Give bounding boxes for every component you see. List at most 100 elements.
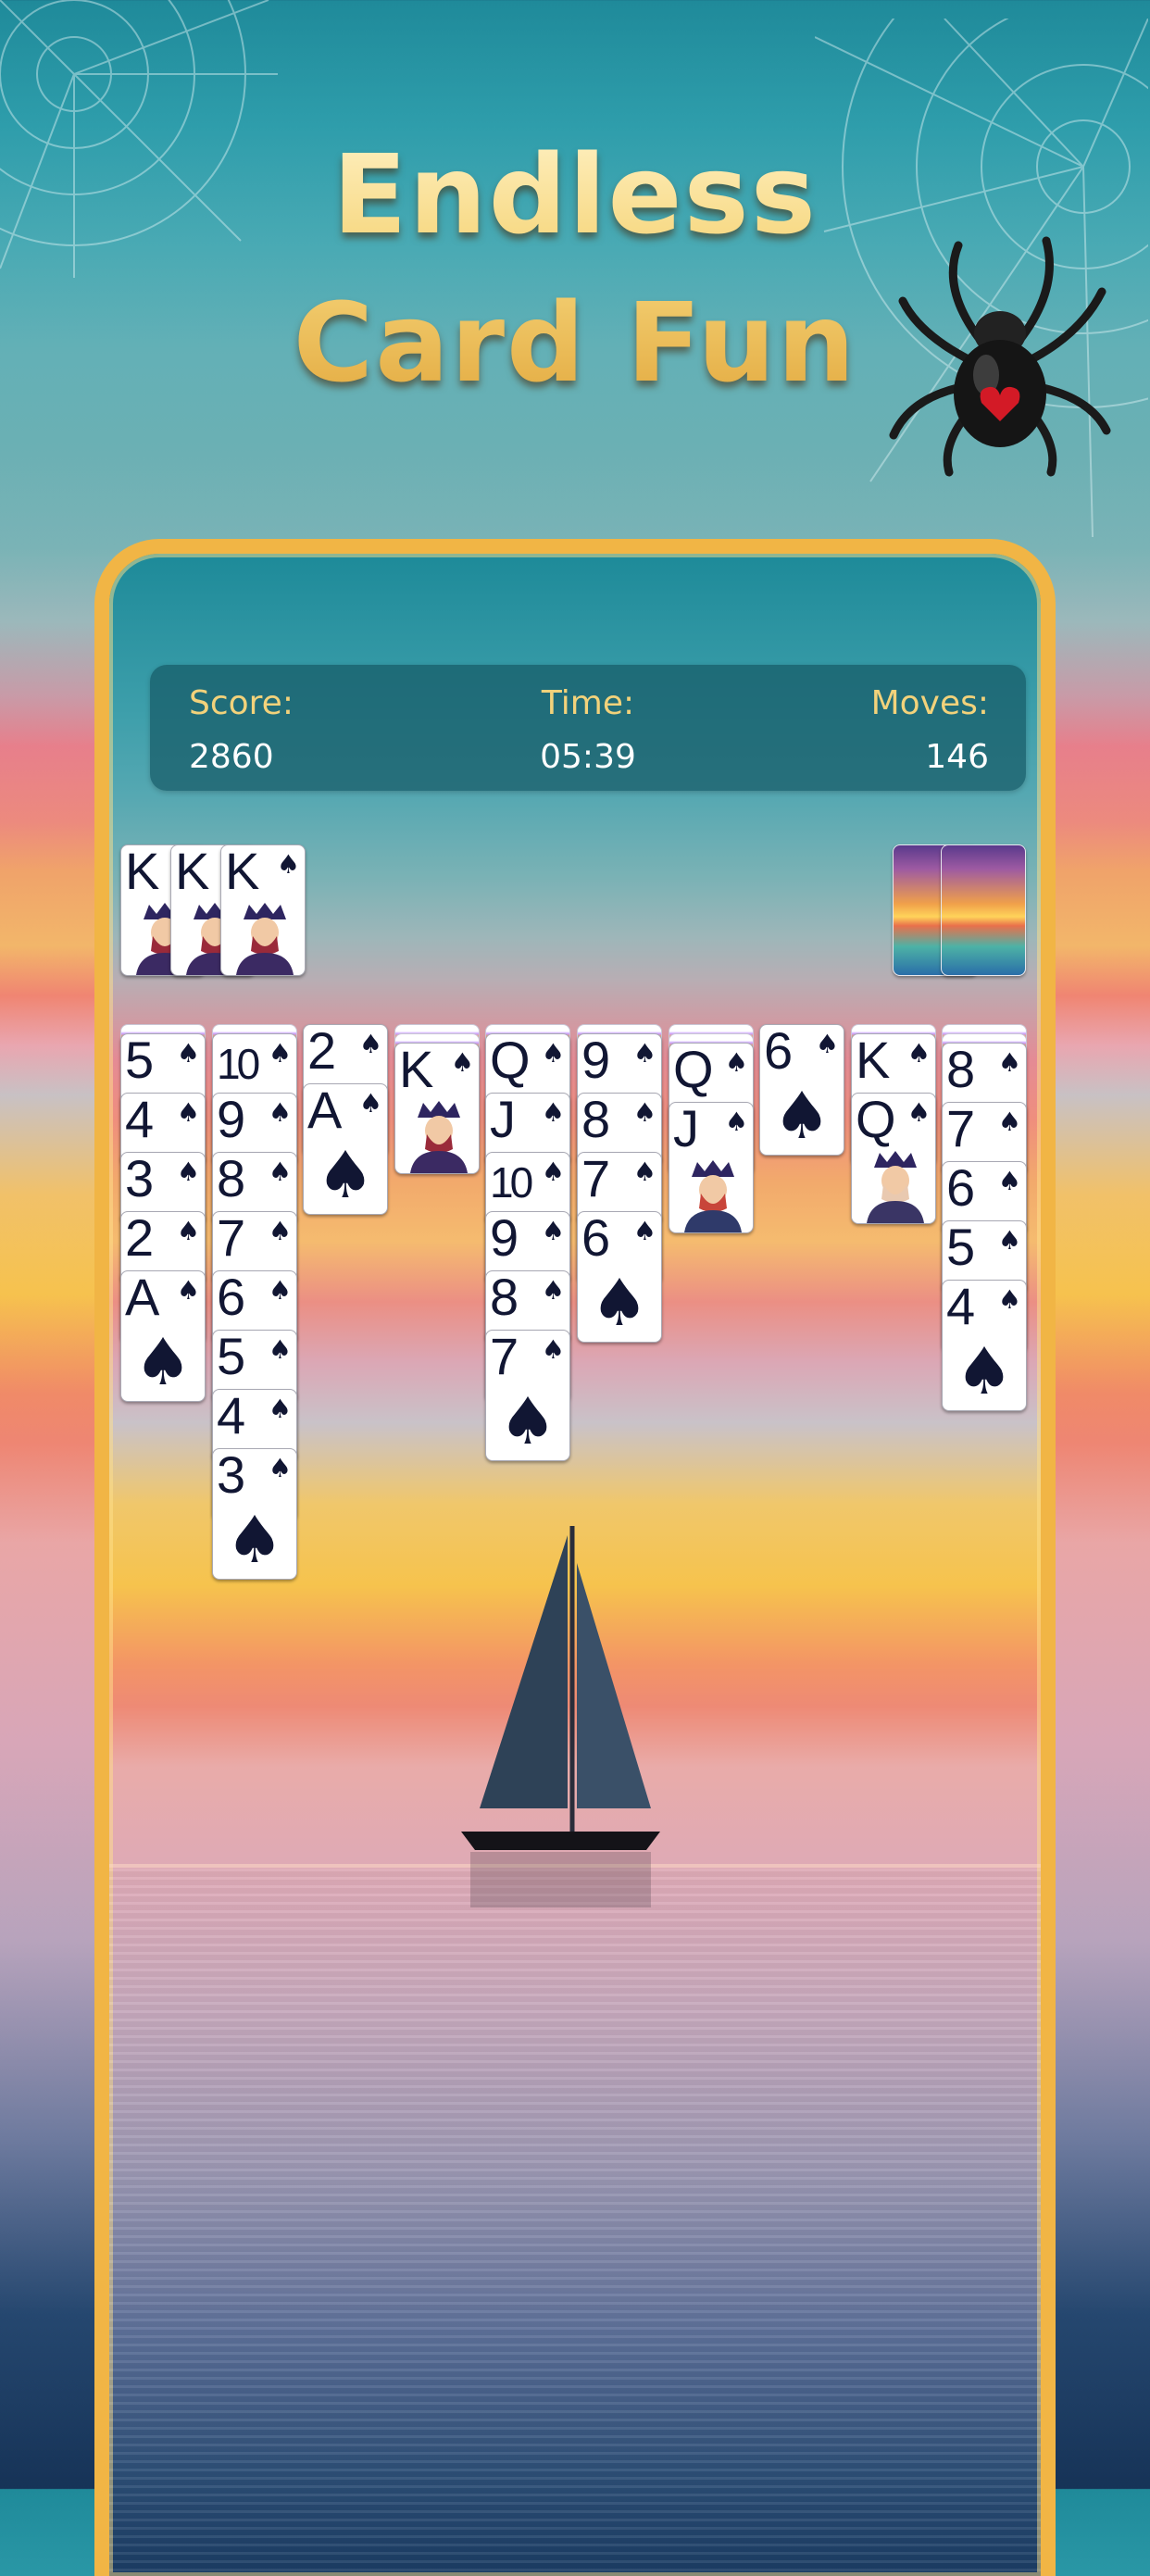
playing-card[interactable]: A ♠ ♠ — [303, 1083, 388, 1215]
card-suit-icon: ♠ — [176, 1275, 200, 1306]
game-screen: Score: 2860 Time: 05:39 Moves: 146 K♠K♠K… — [94, 539, 1056, 2576]
card-suit-large-icon: ♠ — [225, 1502, 284, 1578]
card-suit-large-icon: ♠ — [133, 1324, 193, 1400]
card-suit-icon: ♠ — [724, 1047, 748, 1078]
card-suit-icon: ♠ — [997, 1225, 1021, 1256]
face-card-portrait — [684, 1160, 742, 1232]
card-rank: 3 — [125, 1152, 154, 1207]
card-rank: A — [307, 1083, 342, 1139]
card-rank: 2 — [125, 1211, 154, 1267]
playing-card[interactable]: K♠ — [394, 1043, 480, 1174]
card-suit-large-icon: ♠ — [772, 1078, 831, 1154]
spider-icon — [889, 236, 1111, 477]
card-suit-icon: ♠ — [276, 849, 300, 880]
card-rank: Q — [856, 1093, 896, 1148]
card-back[interactable] — [941, 844, 1026, 976]
card-suit-icon: ♠ — [176, 1157, 200, 1187]
card-suit-icon: ♠ — [632, 1038, 656, 1069]
card-rank: 5 — [217, 1330, 245, 1385]
card-suit-icon: ♠ — [268, 1334, 292, 1365]
card-rank: 8 — [581, 1093, 610, 1148]
card-suit-large-icon: ♠ — [955, 1333, 1014, 1409]
card-rank: Q — [673, 1043, 714, 1098]
playing-card[interactable]: K♠ — [220, 844, 306, 976]
card-rank: 7 — [217, 1211, 245, 1267]
playing-card[interactable]: Q ♠ — [851, 1093, 936, 1224]
playing-card[interactable]: 3 ♠ ♠ — [212, 1448, 297, 1580]
card-rank: 6 — [581, 1211, 610, 1267]
card-suit-icon: ♠ — [815, 1029, 839, 1059]
card-suit-icon: ♠ — [632, 1157, 656, 1187]
card-rank: 8 — [946, 1043, 975, 1098]
playing-card[interactable]: J ♠ — [669, 1102, 754, 1233]
card-suit-icon: ♠ — [541, 1334, 565, 1365]
card-rank: 9 — [490, 1211, 519, 1267]
playing-card[interactable]: 4 ♠ ♠ — [942, 1280, 1027, 1411]
card-suit-icon: ♠ — [906, 1038, 931, 1069]
face-card-portrait — [867, 1151, 924, 1223]
card-rank: Q — [490, 1033, 531, 1089]
card-rank: 5 — [946, 1220, 975, 1276]
card-rank: 6 — [946, 1161, 975, 1217]
card-suit-icon: ♠ — [541, 1097, 565, 1128]
card-rank: 10 — [490, 1158, 533, 1207]
card-rank: K — [175, 844, 209, 900]
card-rank: 2 — [307, 1024, 336, 1080]
card-rank: 4 — [946, 1280, 975, 1335]
playing-card[interactable]: 6 ♠ ♠ — [577, 1211, 662, 1343]
card-suit-icon: ♠ — [450, 1047, 474, 1078]
card-rank: K — [225, 844, 259, 900]
card-rank: 9 — [581, 1033, 610, 1089]
card-rank: A — [125, 1270, 159, 1326]
playing-card[interactable]: A ♠ ♠ — [120, 1270, 206, 1402]
card-rank: 7 — [946, 1102, 975, 1157]
card-suit-large-icon: ♠ — [498, 1383, 557, 1459]
playing-card[interactable]: 7 ♠ ♠ — [485, 1330, 570, 1461]
card-suit-icon: ♠ — [997, 1047, 1021, 1078]
card-suit-large-icon: ♠ — [316, 1137, 375, 1213]
card-suit-icon: ♠ — [724, 1107, 748, 1137]
card-rank: K — [125, 844, 159, 900]
card-suit-icon: ♠ — [541, 1038, 565, 1069]
stats-panel: Score: 2860 Time: 05:39 Moves: 146 — [150, 665, 1026, 791]
card-rank: 6 — [217, 1270, 245, 1326]
face-card-portrait — [236, 903, 294, 975]
card-rank: K — [856, 1033, 890, 1089]
card-rank: 8 — [217, 1152, 245, 1207]
card-rank: 4 — [125, 1093, 154, 1148]
card-suit-icon: ♠ — [268, 1038, 292, 1069]
card-suit-large-icon: ♠ — [590, 1265, 649, 1341]
card-suit-icon: ♠ — [268, 1216, 292, 1246]
card-suit-icon: ♠ — [906, 1097, 931, 1128]
card-suit-icon: ♠ — [358, 1029, 382, 1059]
card-rank: 5 — [125, 1033, 154, 1089]
sea-water — [109, 1869, 1041, 2576]
card-suit-icon: ♠ — [358, 1088, 382, 1119]
card-suit-icon: ♠ — [997, 1284, 1021, 1315]
card-suit-icon: ♠ — [997, 1166, 1021, 1196]
card-rank: 6 — [764, 1024, 793, 1080]
card-suit-icon: ♠ — [268, 1097, 292, 1128]
playing-card[interactable]: 6 ♠ ♠ — [759, 1024, 844, 1156]
card-suit-icon: ♠ — [268, 1157, 292, 1187]
card-rank: 9 — [217, 1093, 245, 1148]
card-suit-icon: ♠ — [268, 1394, 292, 1424]
card-suit-icon: ♠ — [176, 1038, 200, 1069]
card-rank: K — [399, 1043, 433, 1098]
moves-value: 146 — [925, 738, 989, 776]
moves-label: Moves: — [870, 684, 989, 722]
card-rank: 4 — [217, 1389, 245, 1444]
card-suit-icon: ♠ — [176, 1097, 200, 1128]
card-suit-icon: ♠ — [997, 1107, 1021, 1137]
card-rank: 3 — [217, 1448, 245, 1504]
card-suit-icon: ♠ — [268, 1275, 292, 1306]
card-rank: 7 — [581, 1152, 610, 1207]
card-suit-icon: ♠ — [268, 1453, 292, 1483]
card-rank: J — [673, 1102, 699, 1157]
moves-stat: Moves: 146 — [871, 682, 989, 780]
card-suit-icon: ♠ — [632, 1216, 656, 1246]
card-suit-icon: ♠ — [632, 1097, 656, 1128]
card-suit-icon: ♠ — [176, 1216, 200, 1246]
card-rank: J — [490, 1093, 516, 1148]
card-rank: 7 — [490, 1330, 519, 1385]
